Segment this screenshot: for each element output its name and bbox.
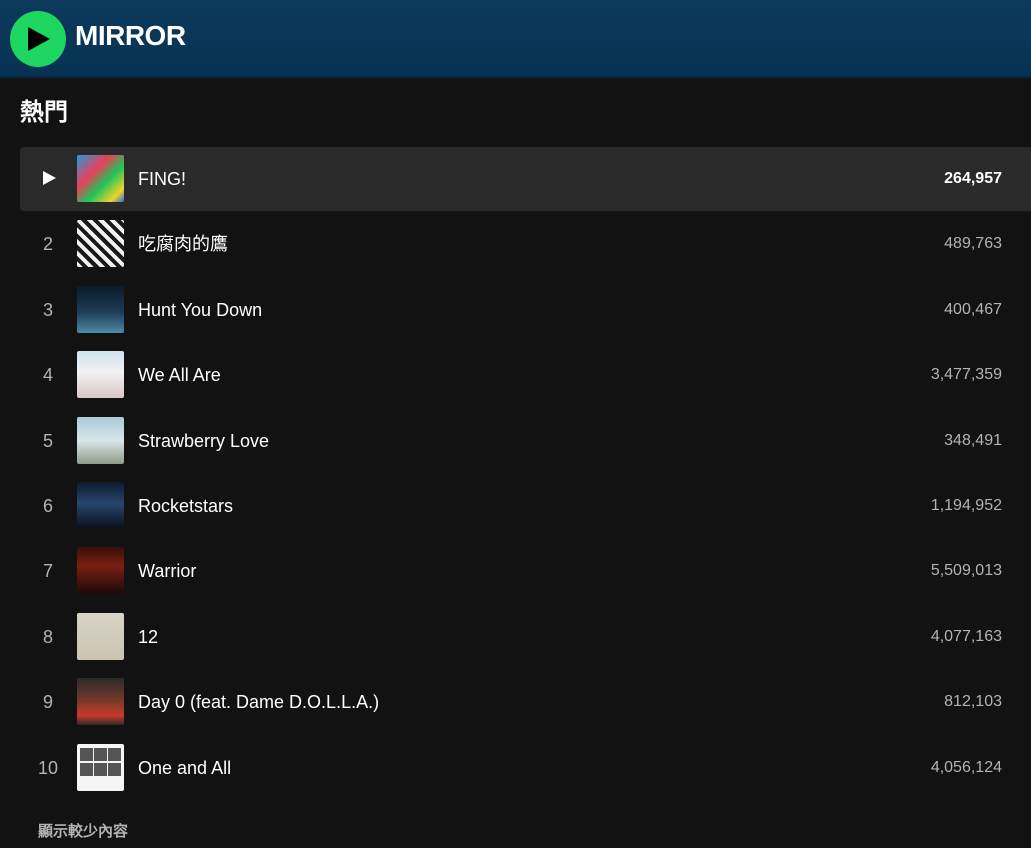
track-rank: 2: [42, 234, 53, 255]
track-title[interactable]: One and All: [138, 736, 231, 800]
track-rank: 4: [42, 365, 53, 386]
play-count: 4,077,163: [930, 627, 1002, 645]
play-count: 4,056,124: [930, 758, 1002, 776]
album-cover: [77, 678, 124, 726]
album-cover: [77, 220, 124, 268]
track-rank: 7: [42, 561, 53, 582]
album-cover: [77, 743, 124, 791]
play-count: 5,509,013: [930, 562, 1002, 580]
artist-name: MIRROR: [75, 20, 186, 51]
track-title[interactable]: We All Are: [138, 343, 221, 407]
play-icon: [28, 27, 50, 51]
track-title[interactable]: Hunt You Down: [138, 278, 262, 342]
album-cover: [77, 351, 124, 399]
track-title[interactable]: FING!: [138, 147, 186, 211]
play-count: 400,467: [944, 300, 1002, 318]
track-row[interactable]: 8 12 4,077,163: [20, 605, 1031, 669]
popular-tracks-list: 1 FING! 264,957 2 吃腐肉的鷹 489,763 3 Hunt Y…: [20, 147, 1031, 801]
track-row[interactable]: 5 Strawberry Love 348,491: [20, 409, 1031, 473]
track-rank: 9: [42, 692, 53, 713]
track-title[interactable]: Rocketstars: [138, 474, 233, 538]
track-title[interactable]: Warrior: [138, 539, 196, 603]
play-count: 264,957: [944, 170, 1002, 187]
track-row[interactable]: 2 吃腐肉的鷹 489,763: [20, 212, 1031, 276]
album-cover: [77, 481, 124, 529]
track-rank: 5: [42, 430, 53, 451]
album-cover: [77, 416, 124, 464]
track-row[interactable]: 1 FING! 264,957: [20, 147, 1031, 211]
track-title[interactable]: 12: [138, 605, 158, 669]
album-cover: [77, 155, 124, 202]
track-title[interactable]: Day 0 (feat. Dame D.O.L.L.A.): [138, 670, 379, 734]
album-cover: [77, 285, 124, 333]
track-rank: 3: [42, 299, 53, 320]
track-row[interactable]: 4 We All Are 3,477,359: [20, 343, 1031, 407]
popular-section-title: 熱門: [20, 99, 68, 126]
play-count: 1,194,952: [930, 496, 1002, 514]
play-count: 489,763: [944, 235, 1002, 253]
album-cover: [77, 547, 124, 595]
artist-header: MIRROR: [0, 0, 1031, 78]
track-row[interactable]: 3 Hunt You Down 400,467: [20, 278, 1031, 342]
play-button[interactable]: [10, 11, 66, 67]
play-count: 812,103: [944, 693, 1002, 711]
track-row[interactable]: 7 Warrior 5,509,013: [20, 539, 1031, 603]
track-title[interactable]: 吃腐肉的鷹: [138, 212, 228, 276]
track-row[interactable]: 10 One and All 4,056,124: [20, 736, 1031, 800]
album-cover: [77, 612, 124, 660]
play-count: 348,491: [944, 431, 1002, 449]
play-icon[interactable]: [43, 171, 56, 185]
track-rank: 8: [42, 626, 53, 647]
track-row[interactable]: 6 Rocketstars 1,194,952: [20, 474, 1031, 538]
track-rank: 10: [37, 757, 59, 778]
track-title[interactable]: Strawberry Love: [138, 409, 269, 473]
play-count: 3,477,359: [930, 366, 1002, 384]
show-less-button[interactable]: 顯示較少內容: [38, 820, 128, 841]
track-rank: 6: [42, 495, 53, 516]
track-row[interactable]: 9 Day 0 (feat. Dame D.O.L.L.A.) 812,103: [20, 670, 1031, 734]
